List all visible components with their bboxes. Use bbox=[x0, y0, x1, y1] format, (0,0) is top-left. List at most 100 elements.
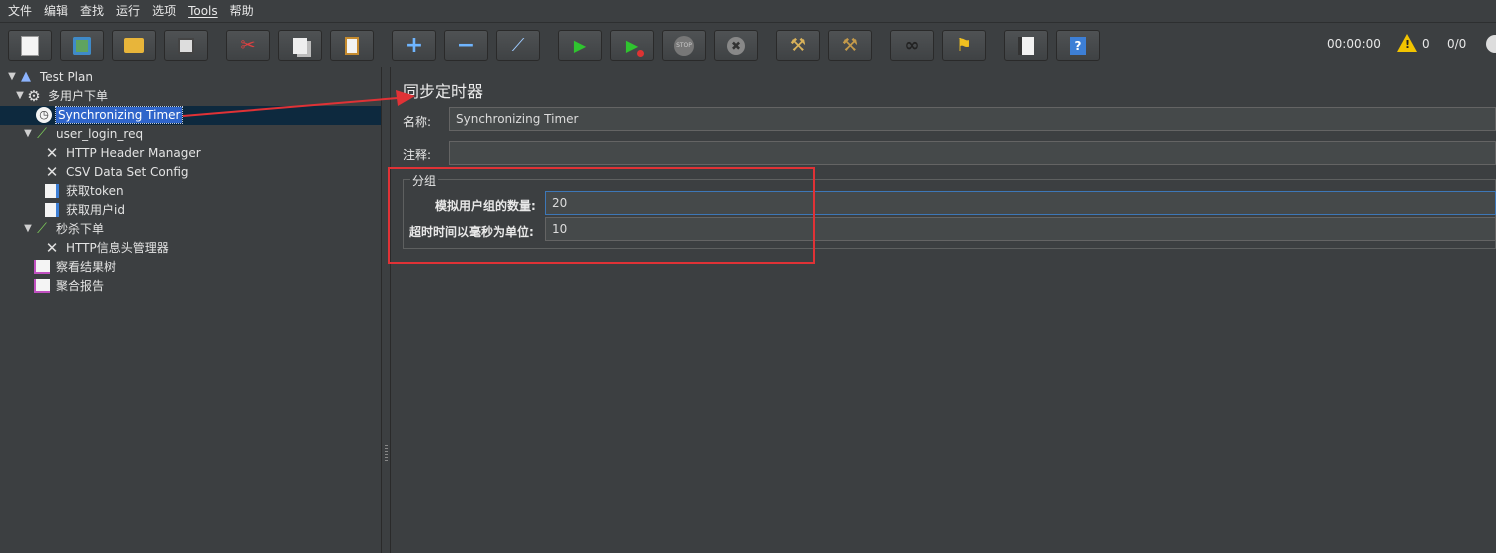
copy-button[interactable] bbox=[278, 30, 322, 61]
templates-icon bbox=[73, 36, 91, 55]
reset-search-button[interactable]: ⚑ bbox=[942, 30, 986, 61]
clear-icon: ⚒ bbox=[789, 35, 807, 56]
tree-item-thread-group[interactable]: ▼ ⚙ 多用户下单 bbox=[14, 86, 110, 105]
menu-help[interactable]: 帮助 bbox=[224, 0, 260, 22]
expand-arrow-icon[interactable]: ▼ bbox=[22, 223, 34, 234]
tree-item-get-user-id[interactable]: 获取用户id bbox=[32, 200, 127, 219]
timer-config-panel bbox=[391, 67, 1496, 553]
panel-splitter[interactable] bbox=[382, 67, 391, 553]
function-helper-button[interactable] bbox=[1004, 30, 1048, 61]
users-label: 模拟用户组的数量: bbox=[435, 199, 536, 213]
menu-tools[interactable]: Tools bbox=[182, 0, 224, 22]
tree-item-http-header-manager[interactable]: ✕ HTTP Header Manager bbox=[32, 143, 203, 162]
binoculars-icon: ∞ bbox=[904, 35, 920, 56]
tree-item-user-login-req[interactable]: ▼ ⟋ user_login_req bbox=[22, 124, 145, 143]
extractor-icon bbox=[44, 202, 60, 218]
pipette-icon: ⟋ bbox=[37, 220, 47, 237]
wrench-icon: ✕ bbox=[45, 238, 59, 257]
menu-options[interactable]: 选项 bbox=[146, 0, 182, 22]
broom-icon: ⚑ bbox=[955, 35, 973, 56]
group-legend: 分组 bbox=[410, 172, 439, 189]
clear-button[interactable]: ⚒ bbox=[776, 30, 820, 61]
tree-item-label: 多用户下单 bbox=[48, 89, 109, 103]
minus-icon: − bbox=[456, 33, 476, 58]
listener-icon bbox=[34, 259, 50, 275]
tree-item-label: 聚合报告 bbox=[56, 279, 105, 293]
tree-item-get-token[interactable]: 获取token bbox=[32, 181, 126, 200]
start-icon: ▶ bbox=[573, 36, 587, 55]
shutdown-button[interactable]: ✖ bbox=[714, 30, 758, 61]
tree-item-label: 秒杀下单 bbox=[56, 222, 105, 236]
tree-item-label: 获取token bbox=[66, 184, 124, 198]
tree-item-label: HTTP Header Manager bbox=[66, 145, 201, 160]
expand-arrow-icon[interactable]: ▼ bbox=[6, 71, 18, 82]
toggle-icon: ⟋ bbox=[511, 35, 525, 56]
pipette-icon: ⟋ bbox=[37, 125, 47, 142]
collapse-button[interactable]: − bbox=[444, 30, 488, 61]
page-title: 同步定时器 bbox=[403, 82, 484, 101]
expand-arrow-icon[interactable]: ▼ bbox=[22, 128, 34, 139]
tree-item-label: user_login_req bbox=[56, 126, 144, 141]
splitter-grip-icon[interactable] bbox=[385, 445, 388, 461]
flask-icon: ▲ bbox=[21, 69, 31, 84]
tree-item-http-header-manager-cn[interactable]: ✕ HTTP信息头管理器 bbox=[32, 238, 171, 257]
timeout-field[interactable]: 10 bbox=[545, 217, 1496, 241]
start-no-pauses-button[interactable]: ▶ bbox=[610, 30, 654, 61]
templates-button[interactable] bbox=[60, 30, 104, 61]
open-icon bbox=[124, 38, 144, 53]
paste-button[interactable] bbox=[330, 30, 374, 61]
copy-icon bbox=[293, 37, 307, 54]
save-icon bbox=[178, 37, 194, 54]
help-button[interactable]: ? bbox=[1056, 30, 1100, 61]
users-count-field[interactable]: 20 bbox=[545, 191, 1496, 215]
toolbar: ✂ + − ⟋ ▶ ▶ STOP ✖ ⚒ ⚒ ∞ ⚑ ? 00:00:00 ! … bbox=[0, 22, 1496, 68]
start-no-pause-icon: ▶ bbox=[626, 36, 645, 57]
search-button[interactable]: ∞ bbox=[890, 30, 934, 61]
expand-button[interactable]: + bbox=[392, 30, 436, 61]
menu-file[interactable]: 文件 bbox=[0, 0, 38, 22]
tree-item-seckill-order[interactable]: ▼ ⟋ 秒杀下单 bbox=[22, 219, 106, 238]
tree-item-label: 察看结果树 bbox=[56, 260, 117, 274]
thread-count: 0/0 bbox=[1447, 37, 1467, 51]
menu-run[interactable]: 运行 bbox=[110, 0, 146, 22]
clear-all-button[interactable]: ⚒ bbox=[828, 30, 872, 61]
elapsed-timer: 00:00:00 bbox=[1327, 37, 1381, 51]
tree-item-test-plan[interactable]: ▼ ▲ Test Plan bbox=[6, 67, 95, 86]
timer-icon: ◷ bbox=[36, 106, 52, 123]
wrench-icon: ✕ bbox=[45, 162, 59, 181]
help-icon: ? bbox=[1070, 36, 1086, 55]
remote-icon[interactable] bbox=[1486, 35, 1496, 53]
start-button[interactable]: ▶ bbox=[558, 30, 602, 61]
tree-item-synchronizing-timer[interactable]: ◷ Synchronizing Timer bbox=[24, 105, 184, 124]
stop-button[interactable]: STOP bbox=[662, 30, 706, 61]
wrench-icon: ✕ bbox=[45, 143, 59, 162]
expand-arrow-icon[interactable]: ▼ bbox=[14, 90, 26, 101]
listener-icon bbox=[34, 278, 50, 294]
cut-button[interactable]: ✂ bbox=[226, 30, 270, 61]
name-label: 名称: bbox=[403, 115, 432, 129]
name-field[interactable]: Synchronizing Timer bbox=[449, 107, 1496, 131]
list-icon bbox=[1018, 36, 1034, 55]
tree-item-label: 获取用户id bbox=[66, 203, 125, 217]
new-button[interactable] bbox=[8, 30, 52, 61]
menu-edit[interactable]: 编辑 bbox=[38, 0, 74, 22]
warning-mark: ! bbox=[1405, 38, 1411, 51]
tree-item-view-results-tree[interactable]: 察看结果树 bbox=[22, 257, 118, 276]
toggle-button[interactable]: ⟋ bbox=[496, 30, 540, 61]
tree-item-label: HTTP信息头管理器 bbox=[66, 241, 169, 255]
menu-search[interactable]: 查找 bbox=[74, 0, 110, 22]
extractor-icon bbox=[44, 183, 60, 199]
cut-icon: ✂ bbox=[240, 35, 256, 56]
tree-item-label: Synchronizing Timer bbox=[54, 105, 184, 124]
timeout-label: 超时时间以毫秒为单位: bbox=[409, 225, 534, 239]
open-button[interactable] bbox=[112, 30, 156, 61]
shutdown-icon: ✖ bbox=[727, 36, 745, 55]
gear-icon: ⚙ bbox=[27, 86, 41, 105]
save-button[interactable] bbox=[164, 30, 208, 61]
tree-item-csv-data-set-config[interactable]: ✕ CSV Data Set Config bbox=[32, 162, 191, 181]
menu-bar: 文件 编辑 查找 运行 选项 Tools 帮助 bbox=[0, 0, 1496, 22]
paste-icon bbox=[345, 36, 359, 55]
comment-field[interactable] bbox=[449, 141, 1496, 165]
tree-item-aggregate-report[interactable]: 聚合报告 bbox=[22, 276, 106, 295]
new-icon bbox=[21, 35, 39, 56]
